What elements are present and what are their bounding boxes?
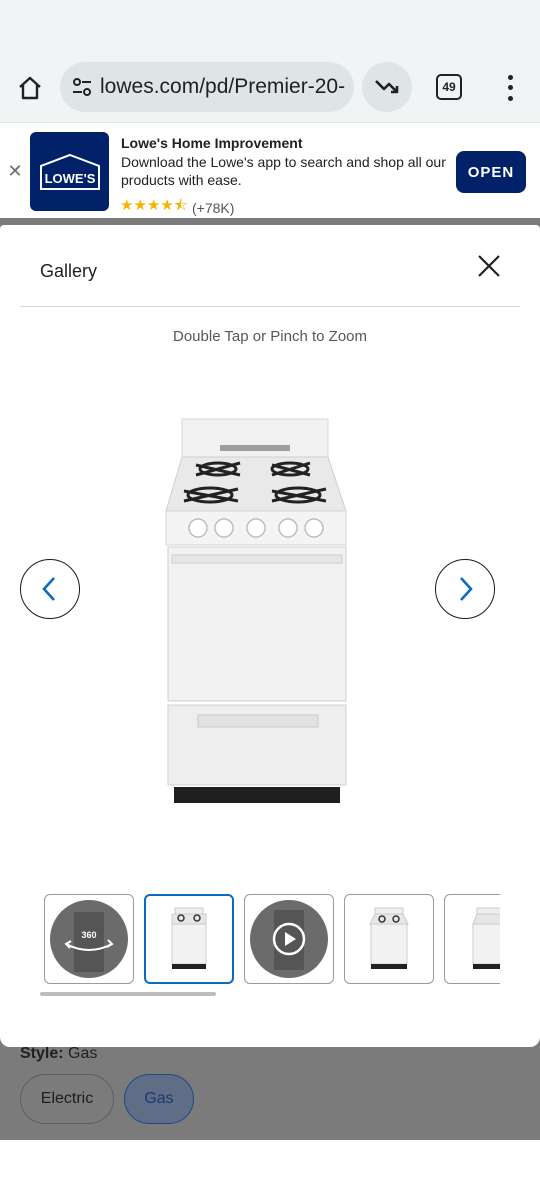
banner-close-icon[interactable]: ✕ <box>6 161 24 181</box>
app-install-banner: ✕ LOWE'S Lowe's Home Improvement Downloa… <box>0 122 540 218</box>
360-label: 360 <box>81 930 96 940</box>
zoom-hint: Double Tap or Pinch to Zoom <box>173 328 367 345</box>
thumbnail-image-selected[interactable] <box>144 894 234 984</box>
range-thumb-graphic <box>369 907 409 969</box>
thumbnail-strip[interactable]: 360 <box>44 894 500 984</box>
url-bar[interactable]: lowes.com/pd/Premier-20- <box>60 62 354 112</box>
home-icon <box>19 76 41 100</box>
menu-dot-icon <box>507 96 513 102</box>
banner-rating: ★★★★⯪ (+78K) <box>120 195 234 220</box>
thumbnail-image[interactable] <box>444 894 500 984</box>
product-image[interactable] <box>160 415 356 807</box>
rating-stars: ★★★★⯪ <box>120 197 188 214</box>
previous-image-button[interactable] <box>20 559 80 619</box>
gallery-divider <box>20 306 520 307</box>
chevron-right-icon <box>460 577 473 601</box>
lowes-logo: LOWE'S <box>30 132 109 211</box>
gallery-modal: Gallery Double Tap or Pinch to Zoom 360 <box>0 225 540 1047</box>
lowes-logo-mark: LOWE'S <box>39 153 100 190</box>
url-text: lowes.com/pd/Premier-20- <box>100 75 346 98</box>
style-label-value: Gas <box>68 1045 98 1062</box>
style-label: Style: Gas <box>20 1045 97 1063</box>
trending-button[interactable] <box>362 62 412 112</box>
thumbnail-image[interactable] <box>344 894 434 984</box>
style-option-electric[interactable]: Electric <box>20 1074 114 1124</box>
rating-count: (+78K) <box>192 199 235 216</box>
style-label-key: Style: <box>20 1045 64 1062</box>
thumbnail-360[interactable]: 360 <box>44 894 134 984</box>
thumbnail-scrollbar[interactable] <box>40 992 216 996</box>
overflow-menu-button[interactable] <box>496 72 524 104</box>
gallery-title: Gallery <box>40 261 98 281</box>
range-thumb-graphic <box>171 907 207 969</box>
home-button[interactable] <box>12 70 48 106</box>
browser-toolbar: lowes.com/pd/Premier-20- 49 <box>0 56 540 122</box>
play-icon <box>272 910 306 970</box>
banner-title: Lowe's Home Improvement <box>121 135 303 151</box>
video-thumb <box>250 900 328 978</box>
range-thumb-graphic <box>472 907 500 969</box>
logo-text: LOWE'S <box>44 171 95 186</box>
thumbnail-video[interactable] <box>244 894 334 984</box>
status-bar <box>0 0 540 56</box>
chevron-left-icon <box>42 577 55 601</box>
page-bottom-area <box>0 1140 540 1200</box>
banner-description: Download the Lowe's app to search and sh… <box>121 154 446 188</box>
range-thumb-graphic: 360 <box>64 912 114 972</box>
menu-dot-icon <box>507 74 513 80</box>
close-icon[interactable] <box>474 251 504 281</box>
tab-switcher-button[interactable]: 49 <box>436 74 462 100</box>
360-view-icon: 360 <box>50 900 128 978</box>
next-image-button[interactable] <box>435 559 495 619</box>
site-settings-icon[interactable] <box>70 75 94 99</box>
style-option-gas[interactable]: Gas <box>124 1074 194 1124</box>
open-app-button[interactable]: OPEN <box>456 151 526 193</box>
trending-down-icon <box>375 80 399 94</box>
tab-count: 49 <box>442 80 456 94</box>
menu-dot-icon <box>507 85 513 91</box>
